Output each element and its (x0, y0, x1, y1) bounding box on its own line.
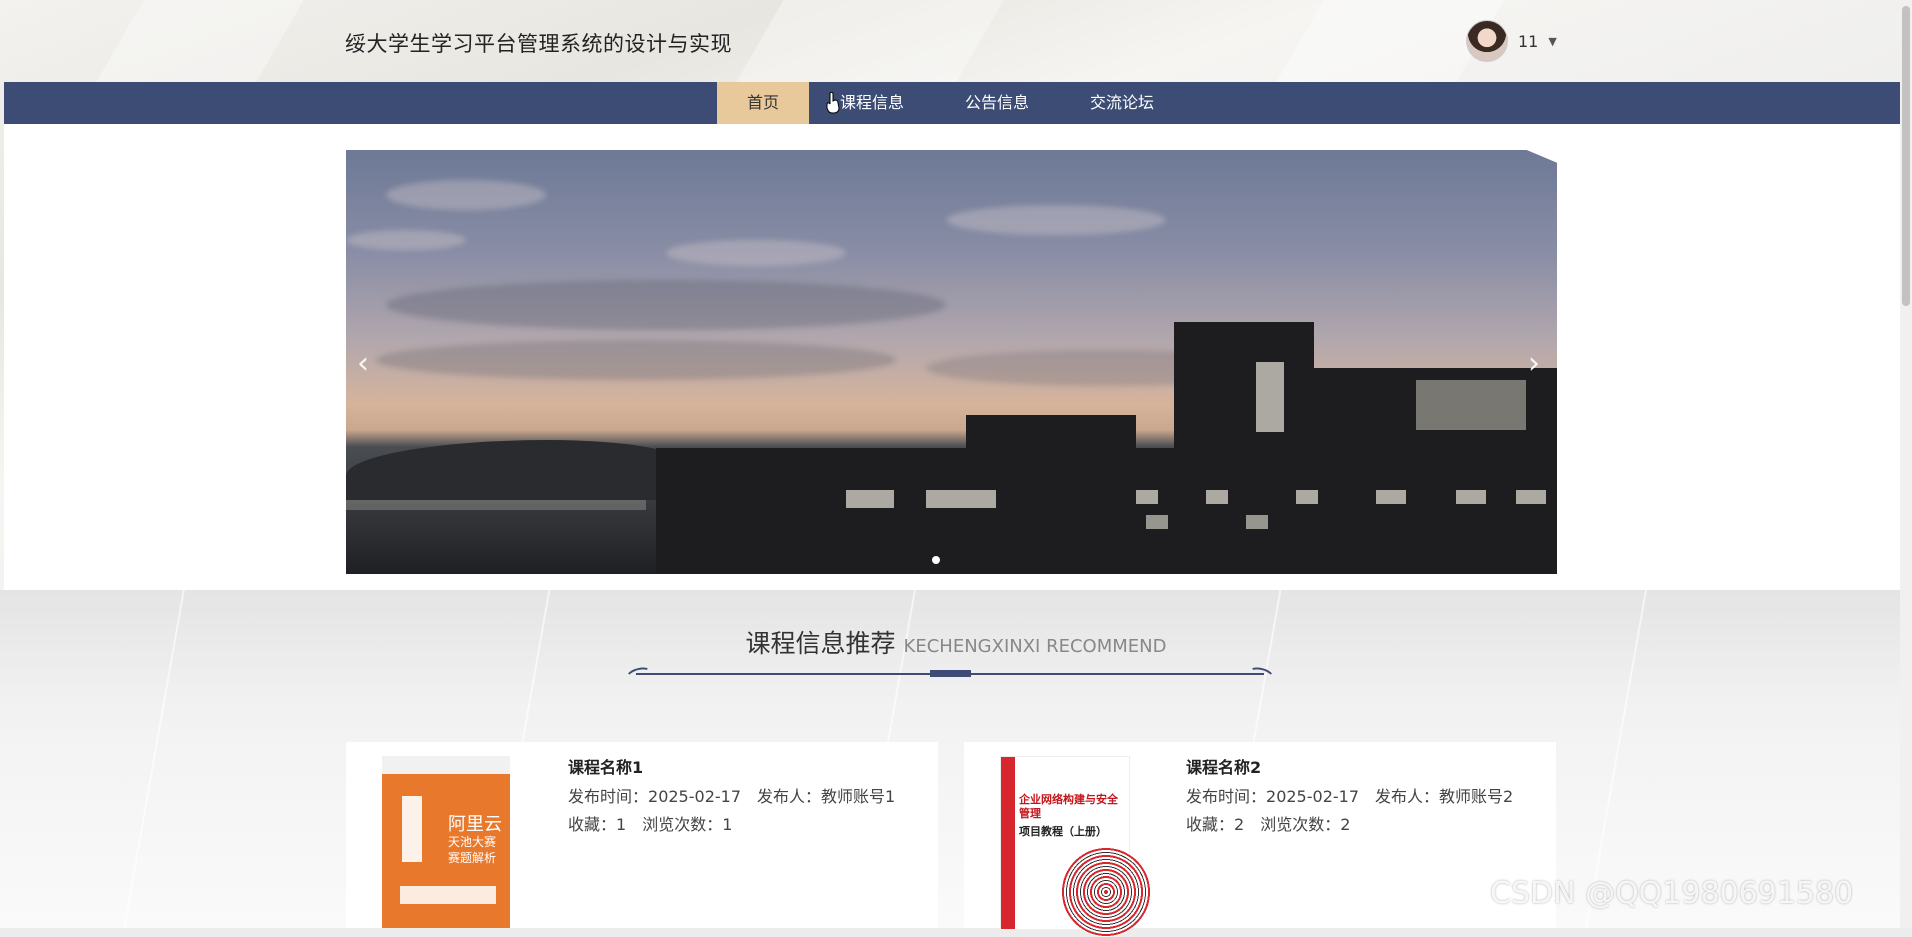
favorites-count: 2 (1234, 815, 1245, 834)
favorites-label: 收藏： (1186, 815, 1235, 834)
section-title-cn: 课程信息推荐 (745, 629, 896, 658)
avatar[interactable] (1466, 20, 1508, 62)
chevron-down-icon[interactable]: ▼ (1548, 35, 1556, 48)
scrollbar-thumb[interactable] (1902, 6, 1910, 306)
carousel-next-button[interactable]: › (1528, 346, 1540, 381)
publish-time: 2025-02-17 (1266, 787, 1359, 806)
favorites-label: 收藏： (568, 815, 617, 834)
cover-subtitle: 天池大赛 赛题解析 (448, 835, 497, 865)
watermark: CSDN @QQ1980691580 (1490, 876, 1854, 911)
header (4, 0, 1900, 82)
nav-item-home[interactable]: 首页 (717, 82, 809, 124)
views-count: 2 (1340, 815, 1351, 834)
carousel-prev-button[interactable]: ‹ (357, 346, 369, 381)
cover-title: 阿里云 (448, 814, 502, 835)
course-card[interactable]: 企业网络构建与安全管理 项目教程（上册） 课程名称2 发布时间：2025-02-… (964, 742, 1556, 937)
section-heading: 课程信息推荐 KECHENGXINXI RECOMMEND (0, 624, 1912, 660)
page-scrollbar[interactable] (1900, 0, 1912, 928)
views-label: 浏览次数： (1260, 815, 1341, 834)
banner-carousel[interactable] (346, 150, 1557, 574)
course-cover-image[interactable]: 企业网络构建与安全管理 项目教程（上册） (1000, 756, 1151, 937)
site-title: 绥大学生学习平台管理系统的设计与实现 (345, 32, 732, 56)
building (966, 415, 1136, 455)
publish-time: 2025-02-17 (648, 787, 741, 806)
favorites-count: 1 (616, 815, 627, 834)
course-card[interactable]: 阿里云 天池大赛 赛题解析 课程名称1 发布时间：2025-02-17 发布人：教… (346, 742, 938, 928)
user-menu[interactable]: 11 ▼ (1466, 19, 1557, 63)
publish-time-label: 发布时间： (1186, 787, 1267, 806)
nav-item-forum[interactable]: 交流论坛 (1059, 82, 1185, 124)
section-divider (624, 664, 1276, 686)
publisher: 教师账号1 (821, 787, 896, 806)
section-title-en: KECHENGXINXI RECOMMEND (903, 636, 1167, 657)
views-label: 浏览次数： (642, 815, 723, 834)
nav-menu: 首页 课程信息 公告信息 交流论坛 (717, 82, 1185, 124)
hand-cursor-icon (826, 92, 840, 114)
views-count: 1 (722, 815, 733, 834)
nav-item-notices[interactable]: 公告信息 (935, 82, 1059, 124)
building (1174, 322, 1314, 452)
course-title[interactable]: 课程名称1 (568, 754, 911, 778)
publisher: 教师账号2 (1439, 787, 1514, 806)
carousel-indicator-dot[interactable] (932, 556, 940, 564)
cover-subtitle: 项目教程（上册） (1019, 825, 1107, 838)
hill (346, 440, 686, 500)
publisher-label: 发布人： (1375, 787, 1440, 806)
user-name[interactable]: 11 (1518, 32, 1538, 51)
cover-title: 企业网络构建与安全管理 (1019, 793, 1118, 820)
course-cover-image[interactable]: 阿里云 天池大赛 赛题解析 (382, 756, 510, 928)
course-title[interactable]: 课程名称2 (1186, 754, 1529, 778)
publisher-label: 发布人： (757, 787, 822, 806)
publish-time-label: 发布时间： (568, 787, 649, 806)
building (656, 448, 1557, 574)
